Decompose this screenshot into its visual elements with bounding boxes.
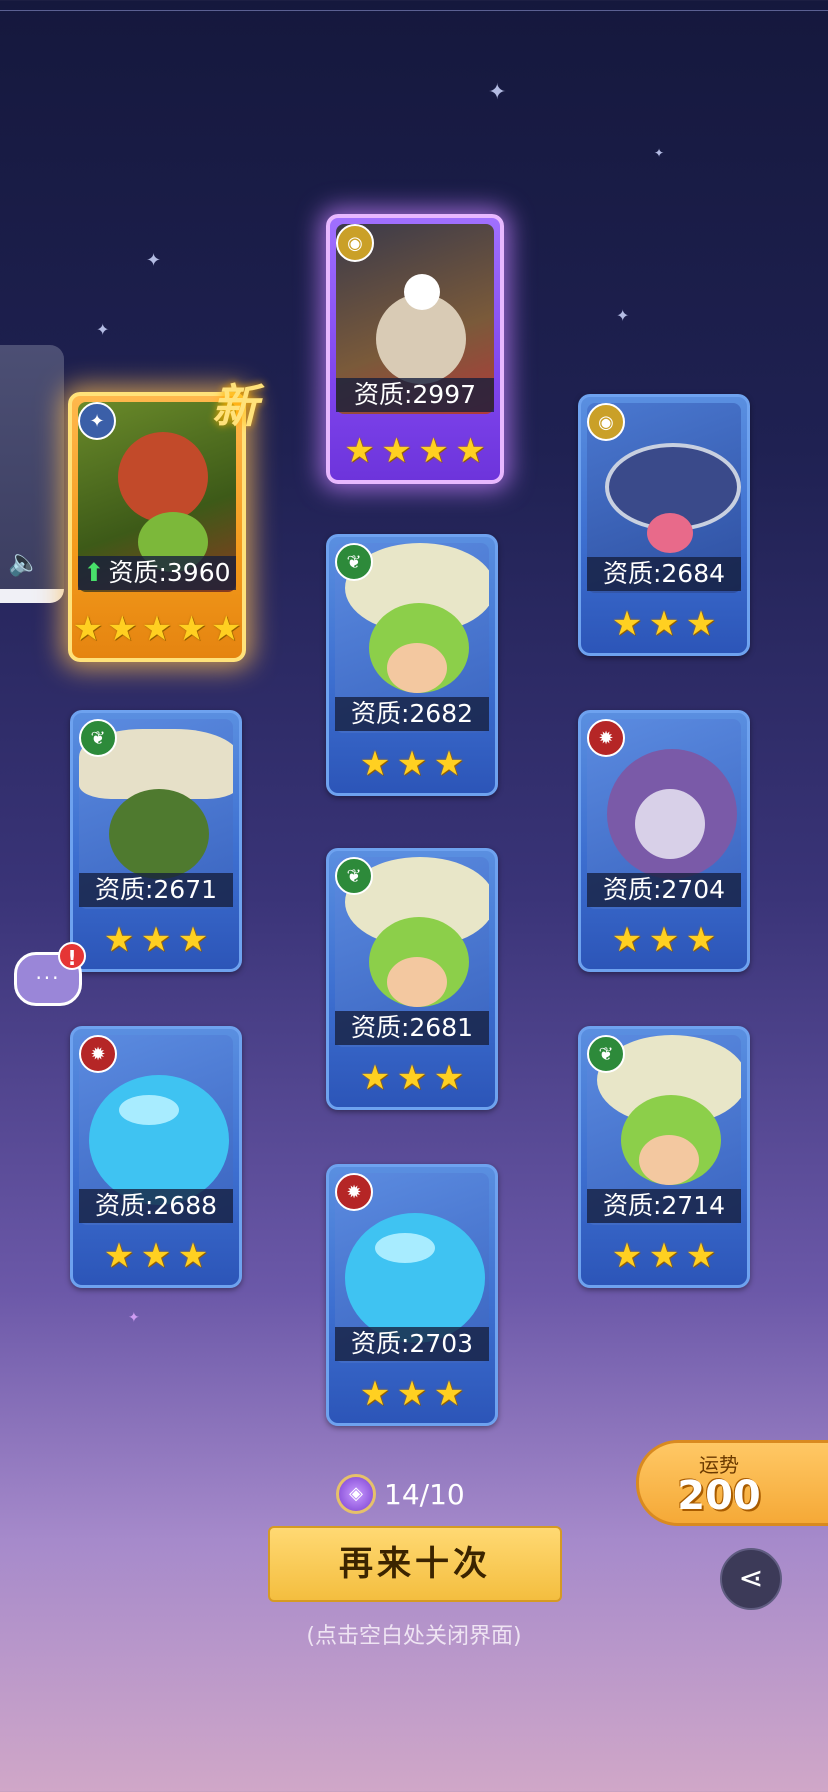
- element-earth-icon: ◉: [336, 224, 374, 262]
- star-icon: ★: [611, 604, 643, 644]
- star-rating: ★ ★ ★: [329, 1061, 495, 1101]
- star-icon: ★: [685, 920, 717, 960]
- star-icon: ★: [177, 1236, 209, 1276]
- upgrade-arrow-icon: ⬆: [83, 558, 105, 587]
- star-icon: ★: [359, 1058, 391, 1098]
- sparkle-icon: ✦: [654, 146, 665, 160]
- star-icon: ★: [359, 1374, 391, 1414]
- speaker-icon[interactable]: 🔈: [8, 548, 40, 578]
- element-fire-icon: ✹: [335, 1173, 373, 1211]
- element-fire-icon: ✹: [79, 1035, 117, 1073]
- star-icon: ★: [141, 609, 173, 649]
- hero-card[interactable]: ❦ 资质:2671 ★ ★ ★: [70, 710, 242, 972]
- star-icon: ★: [140, 920, 172, 960]
- quality-label: 资质:2682: [335, 697, 489, 731]
- quality-label: 资质:2714: [587, 1189, 741, 1223]
- top-divider: [0, 10, 828, 11]
- sparkle-icon: ✦: [128, 1310, 140, 1326]
- hero-card[interactable]: ❦ 资质:2714 ★ ★ ★: [578, 1026, 750, 1288]
- hero-card[interactable]: ❦ 资质:2681 ★ ★ ★: [326, 848, 498, 1110]
- element-grass-icon: ❦: [587, 1035, 625, 1073]
- new-badge: 新: [212, 379, 258, 433]
- star-icon: ★: [359, 744, 391, 784]
- quality-label: ⬆ 资质:3960: [78, 556, 236, 590]
- star-icon: ★: [103, 1236, 135, 1276]
- star-icon: ★: [433, 1058, 465, 1098]
- summon-again-button[interactable]: 再来十次: [268, 1526, 562, 1602]
- star-icon: ★: [648, 1236, 680, 1276]
- star-rating: ★ ★ ★: [73, 1239, 239, 1279]
- star-icon: ★: [344, 431, 375, 471]
- star-icon: ★: [611, 920, 643, 960]
- sparkle-icon: ✦: [488, 80, 507, 105]
- star-icon: ★: [176, 609, 207, 649]
- star-icon: ★: [648, 604, 680, 644]
- star-rating: ★ ★ ★: [73, 923, 239, 963]
- element-grass-icon: ❦: [79, 719, 117, 757]
- share-icon: ⋖: [738, 1561, 764, 1596]
- hero-card[interactable]: ❦ 资质:2682 ★ ★ ★: [326, 534, 498, 796]
- star-icon: ★: [396, 1058, 428, 1098]
- star-icon: ★: [177, 920, 209, 960]
- sparkle-icon: ✦: [616, 306, 630, 325]
- star-rating: ★ ★ ★: [581, 607, 747, 647]
- star-icon: ★: [396, 1374, 428, 1414]
- star-rating: ★ ★ ★: [329, 1377, 495, 1417]
- summon-token-icon: ◈: [336, 1474, 376, 1514]
- side-panel-edge: [0, 589, 64, 603]
- quality-label: 资质:2997: [336, 378, 494, 412]
- element-grass-icon: ❦: [335, 857, 373, 895]
- element-fire-icon: ✹: [587, 719, 625, 757]
- star-icon: ★: [210, 609, 242, 649]
- quality-label: 资质:2671: [79, 873, 233, 907]
- star-rating: ★ ★ ★ ★ ★: [72, 612, 242, 652]
- sparkle-icon: ✦: [146, 250, 162, 271]
- hero-card[interactable]: ✹ 资质:2688 ★ ★ ★: [70, 1026, 242, 1288]
- summon-count: 14/10: [384, 1477, 465, 1511]
- quality-label: 资质:2684: [587, 557, 741, 591]
- star-icon: ★: [433, 1374, 465, 1414]
- hero-card[interactable]: ✹ 资质:2704 ★ ★ ★: [578, 710, 750, 972]
- element-grass-icon: ❦: [335, 543, 373, 581]
- star-icon: ★: [685, 604, 717, 644]
- summon-counter: ◈ 14/10: [336, 1474, 465, 1514]
- star-icon: ★: [611, 1236, 643, 1276]
- star-rating: ★ ★ ★ ★: [330, 434, 500, 474]
- element-earth-icon: ◉: [587, 403, 625, 441]
- star-icon: ★: [433, 744, 465, 784]
- star-icon: ★: [418, 431, 449, 471]
- star-icon: ★: [648, 920, 680, 960]
- star-rating: ★ ★ ★: [581, 923, 747, 963]
- star-icon: ★: [381, 431, 412, 471]
- share-button[interactable]: ⋖: [720, 1548, 782, 1610]
- hero-card[interactable]: ✹ 资质:2703 ★ ★ ★: [326, 1164, 498, 1426]
- star-icon: ★: [140, 1236, 172, 1276]
- star-icon: ★: [103, 920, 135, 960]
- star-rating: ★ ★ ★: [581, 1239, 747, 1279]
- sparkle-icon: ✦: [96, 320, 110, 339]
- quality-label: 资质:2688: [79, 1189, 233, 1223]
- star-icon: ★: [685, 1236, 717, 1276]
- close-hint: (点击空白处关闭界面): [306, 1624, 522, 1649]
- hero-card[interactable]: ◉ 资质:2997 ★ ★ ★ ★: [326, 214, 504, 484]
- fortune-panel[interactable]: 运势 200: [636, 1440, 828, 1526]
- star-icon: ★: [455, 431, 486, 471]
- star-icon: ★: [396, 744, 428, 784]
- hero-card[interactable]: ◉ 资质:2684 ★ ★ ★: [578, 394, 750, 656]
- star-icon: ★: [107, 609, 138, 649]
- element-water-icon: ✦: [78, 402, 116, 440]
- quality-label: 资质:2704: [587, 873, 741, 907]
- fortune-value: 200: [677, 1473, 761, 1519]
- star-icon: ★: [72, 609, 104, 649]
- quality-label: 资质:2703: [335, 1327, 489, 1361]
- star-rating: ★ ★ ★: [329, 747, 495, 787]
- quality-label: 资质:2681: [335, 1011, 489, 1045]
